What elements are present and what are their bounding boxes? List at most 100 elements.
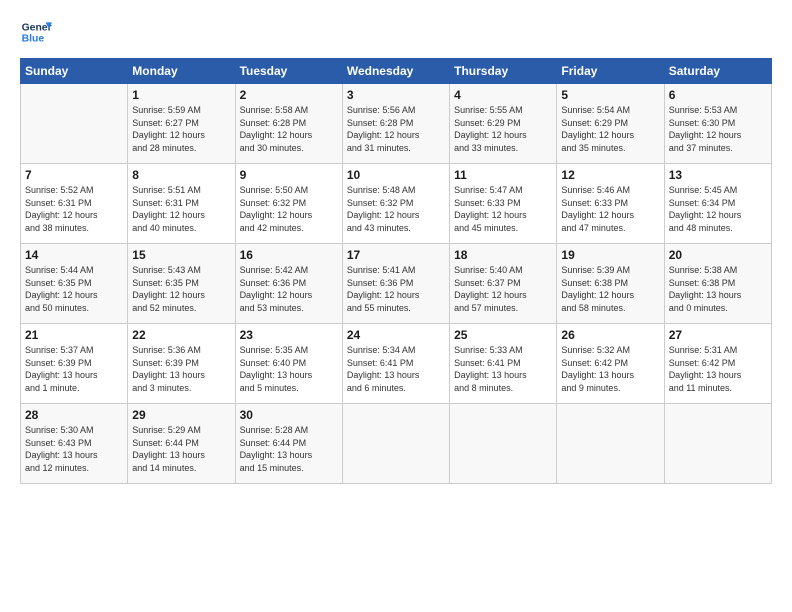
calendar-body: 1 Sunrise: 5:59 AM Sunset: 6:27 PM Daylig… [21,84,772,484]
calendar-cell: 9Sunrise: 5:50 AM Sunset: 6:32 PM Daylig… [235,164,342,244]
calendar-cell: 27 Sunrise: 5:31 AM Sunset: 6:42 PM Dayli… [664,324,771,404]
weekday-header-cell: Monday [128,59,235,84]
calendar-cell [557,404,664,484]
header: General Blue [20,16,772,48]
day-number: 27 [669,328,767,342]
calendar-cell: 22 Sunrise: 5:36 AM Sunset: 6:39 PM Dayli… [128,324,235,404]
day-info: Sunrise: 5:51 AM Sunset: 6:31 PM Dayligh… [132,184,230,234]
weekday-header-cell: Friday [557,59,664,84]
day-info: Sunrise: 5:46 AM Sunset: 6:33 PM Dayligh… [561,184,659,234]
day-number: 11 [454,168,552,182]
day-number: 12 [561,168,659,182]
day-number: 29 [132,408,230,422]
calendar-cell: 13 Sunrise: 5:45 AM Sunset: 6:34 PM Dayli… [664,164,771,244]
day-info: Sunrise: 5:35 AM Sunset: 6:40 PM Dayligh… [240,344,338,394]
calendar-cell: 25 Sunrise: 5:33 AM Sunset: 6:41 PM Dayli… [450,324,557,404]
day-number: 10 [347,168,445,182]
day-info: Sunrise: 5:52 AM Sunset: 6:31 PM Dayligh… [25,184,123,234]
day-info: Sunrise: 5:34 AM Sunset: 6:41 PM Dayligh… [347,344,445,394]
calendar-cell: 24 Sunrise: 5:34 AM Sunset: 6:41 PM Dayli… [342,324,449,404]
calendar-cell [342,404,449,484]
day-number: 18 [454,248,552,262]
calendar-cell: 2 Sunrise: 5:58 AM Sunset: 6:28 PM Daylig… [235,84,342,164]
day-info: Sunrise: 5:39 AM Sunset: 6:38 PM Dayligh… [561,264,659,314]
calendar-week-row: 21 Sunrise: 5:37 AM Sunset: 6:39 PM Dayli… [21,324,772,404]
day-info: Sunrise: 5:37 AM Sunset: 6:39 PM Dayligh… [25,344,123,394]
day-number: 17 [347,248,445,262]
day-number: 26 [561,328,659,342]
day-number: 8 [132,168,230,182]
day-info: Sunrise: 5:33 AM Sunset: 6:41 PM Dayligh… [454,344,552,394]
weekday-header-cell: Saturday [664,59,771,84]
calendar-cell: 18 Sunrise: 5:40 AM Sunset: 6:37 PM Dayli… [450,244,557,324]
day-number: 13 [669,168,767,182]
calendar-cell: 20Sunrise: 5:38 AM Sunset: 6:38 PM Dayli… [664,244,771,324]
calendar-cell: 21 Sunrise: 5:37 AM Sunset: 6:39 PM Dayli… [21,324,128,404]
logo-icon: General Blue [20,16,52,48]
calendar-cell: 8 Sunrise: 5:51 AM Sunset: 6:31 PM Daylig… [128,164,235,244]
calendar-cell: 14Sunrise: 5:44 AM Sunset: 6:35 PM Dayli… [21,244,128,324]
calendar-cell: 3 Sunrise: 5:56 AM Sunset: 6:28 PM Daylig… [342,84,449,164]
day-number: 2 [240,88,338,102]
day-number: 1 [132,88,230,102]
day-info: Sunrise: 5:31 AM Sunset: 6:42 PM Dayligh… [669,344,767,394]
calendar-cell: 23 Sunrise: 5:35 AM Sunset: 6:40 PM Dayli… [235,324,342,404]
day-info: Sunrise: 5:36 AM Sunset: 6:39 PM Dayligh… [132,344,230,394]
calendar-cell: 17 Sunrise: 5:41 AM Sunset: 6:36 PM Dayli… [342,244,449,324]
day-info: Sunrise: 5:48 AM Sunset: 6:32 PM Dayligh… [347,184,445,234]
main-container: General Blue SundayMondayTuesdayWednesda… [0,0,792,494]
day-info: Sunrise: 5:54 AM Sunset: 6:29 PM Dayligh… [561,104,659,154]
day-number: 16 [240,248,338,262]
day-number: 22 [132,328,230,342]
weekday-header-cell: Thursday [450,59,557,84]
day-info: Sunrise: 5:32 AM Sunset: 6:42 PM Dayligh… [561,344,659,394]
calendar-cell [450,404,557,484]
calendar-cell [21,84,128,164]
day-info: Sunrise: 5:43 AM Sunset: 6:35 PM Dayligh… [132,264,230,314]
day-number: 28 [25,408,123,422]
day-info: Sunrise: 5:29 AM Sunset: 6:44 PM Dayligh… [132,424,230,474]
day-number: 19 [561,248,659,262]
day-number: 4 [454,88,552,102]
day-info: Sunrise: 5:56 AM Sunset: 6:28 PM Dayligh… [347,104,445,154]
day-number: 20 [669,248,767,262]
day-number: 9 [240,168,338,182]
calendar-cell: 15Sunrise: 5:43 AM Sunset: 6:35 PM Dayli… [128,244,235,324]
weekday-header-cell: Sunday [21,59,128,84]
calendar-cell: 28 Sunrise: 5:30 AM Sunset: 6:43 PM Dayli… [21,404,128,484]
day-info: Sunrise: 5:41 AM Sunset: 6:36 PM Dayligh… [347,264,445,314]
calendar-cell [664,404,771,484]
calendar-cell: 1 Sunrise: 5:59 AM Sunset: 6:27 PM Daylig… [128,84,235,164]
calendar-cell: 11 Sunrise: 5:47 AM Sunset: 6:33 PM Dayli… [450,164,557,244]
day-number: 25 [454,328,552,342]
day-number: 23 [240,328,338,342]
calendar-cell: 10 Sunrise: 5:48 AM Sunset: 6:32 PM Dayli… [342,164,449,244]
day-number: 14 [25,248,123,262]
day-number: 3 [347,88,445,102]
calendar-week-row: 1 Sunrise: 5:59 AM Sunset: 6:27 PM Daylig… [21,84,772,164]
weekday-header-cell: Tuesday [235,59,342,84]
calendar-cell: 4Sunrise: 5:55 AM Sunset: 6:29 PM Daylig… [450,84,557,164]
day-info: Sunrise: 5:40 AM Sunset: 6:37 PM Dayligh… [454,264,552,314]
calendar-cell: 19 Sunrise: 5:39 AM Sunset: 6:38 PM Dayli… [557,244,664,324]
day-info: Sunrise: 5:59 AM Sunset: 6:27 PM Dayligh… [132,104,230,154]
day-number: 5 [561,88,659,102]
calendar-week-row: 14Sunrise: 5:44 AM Sunset: 6:35 PM Dayli… [21,244,772,324]
day-info: Sunrise: 5:30 AM Sunset: 6:43 PM Dayligh… [25,424,123,474]
day-info: Sunrise: 5:45 AM Sunset: 6:34 PM Dayligh… [669,184,767,234]
day-number: 7 [25,168,123,182]
weekday-header-row: SundayMondayTuesdayWednesdayThursdayFrid… [21,59,772,84]
calendar-cell: 7 Sunrise: 5:52 AM Sunset: 6:31 PM Daylig… [21,164,128,244]
day-info: Sunrise: 5:28 AM Sunset: 6:44 PM Dayligh… [240,424,338,474]
day-info: Sunrise: 5:58 AM Sunset: 6:28 PM Dayligh… [240,104,338,154]
logo: General Blue [20,16,52,48]
svg-text:Blue: Blue [22,34,45,45]
day-number: 21 [25,328,123,342]
day-info: Sunrise: 5:47 AM Sunset: 6:33 PM Dayligh… [454,184,552,234]
calendar-table: SundayMondayTuesdayWednesdayThursdayFrid… [20,58,772,484]
calendar-cell: 5 Sunrise: 5:54 AM Sunset: 6:29 PM Daylig… [557,84,664,164]
weekday-header-cell: Wednesday [342,59,449,84]
day-number: 30 [240,408,338,422]
calendar-week-row: 28 Sunrise: 5:30 AM Sunset: 6:43 PM Dayli… [21,404,772,484]
day-number: 24 [347,328,445,342]
